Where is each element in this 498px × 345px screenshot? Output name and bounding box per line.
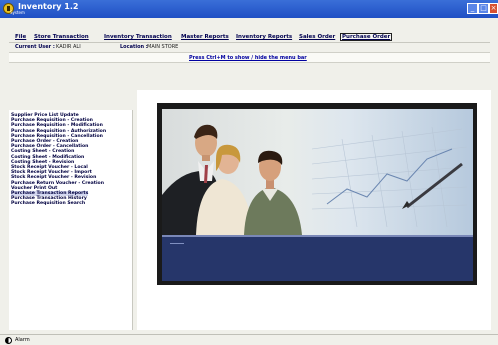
business-people-image [162,124,468,235]
current-user-value: KADIR ALI [56,44,81,50]
menu-toggle-hint[interactable]: Press Ctrl+M to show / hide the menu bar [189,55,307,61]
banner-accent-dash [170,243,184,244]
window-title: Inventory 1.2 [18,2,79,11]
banner-accent-line [162,235,473,237]
minimize-button[interactable]: _ [467,3,478,14]
window-subtitle: System [10,10,25,15]
banner-photo [162,109,473,235]
menu-master-reports[interactable]: Master Reports [181,34,229,40]
current-user-label: Current User : [15,44,55,50]
menu-bar: File Store Transaction Inventory Transac… [9,32,490,43]
menu-store-transaction[interactable]: Store Transaction [34,34,89,40]
sidebar-menu: Supplier Price List Update Purchase Requ… [9,110,133,330]
alarm-icon[interactable] [5,337,12,344]
info-bar: Current User : KADIR ALI Location : MAIN… [9,43,490,51]
maximize-button[interactable]: □ [478,3,489,14]
banner-footer-band [162,235,473,281]
menu-sales-order[interactable]: Sales Order [299,34,335,40]
close-button[interactable]: × [489,3,498,14]
menu-inventory-reports[interactable]: Inventory Reports [236,34,292,40]
status-bar: Alarm [0,334,498,345]
menu-toggle-hint-bar: Press Ctrl+M to show / hide the menu bar [9,52,490,63]
menu-file[interactable]: File [15,34,26,40]
location-label: Location : [120,44,148,50]
sidebar-item-pr-search[interactable]: Purchase Requisition Search [11,201,85,206]
menu-inventory-transaction[interactable]: Inventory Transaction [104,34,172,40]
location-value: MAIN STORE [147,44,179,50]
title-bar: Inventory 1.2 System _ □ × [0,0,498,18]
alarm-label: Alarm [15,337,30,343]
menu-purchase-order[interactable]: Purchase Order [340,33,393,41]
